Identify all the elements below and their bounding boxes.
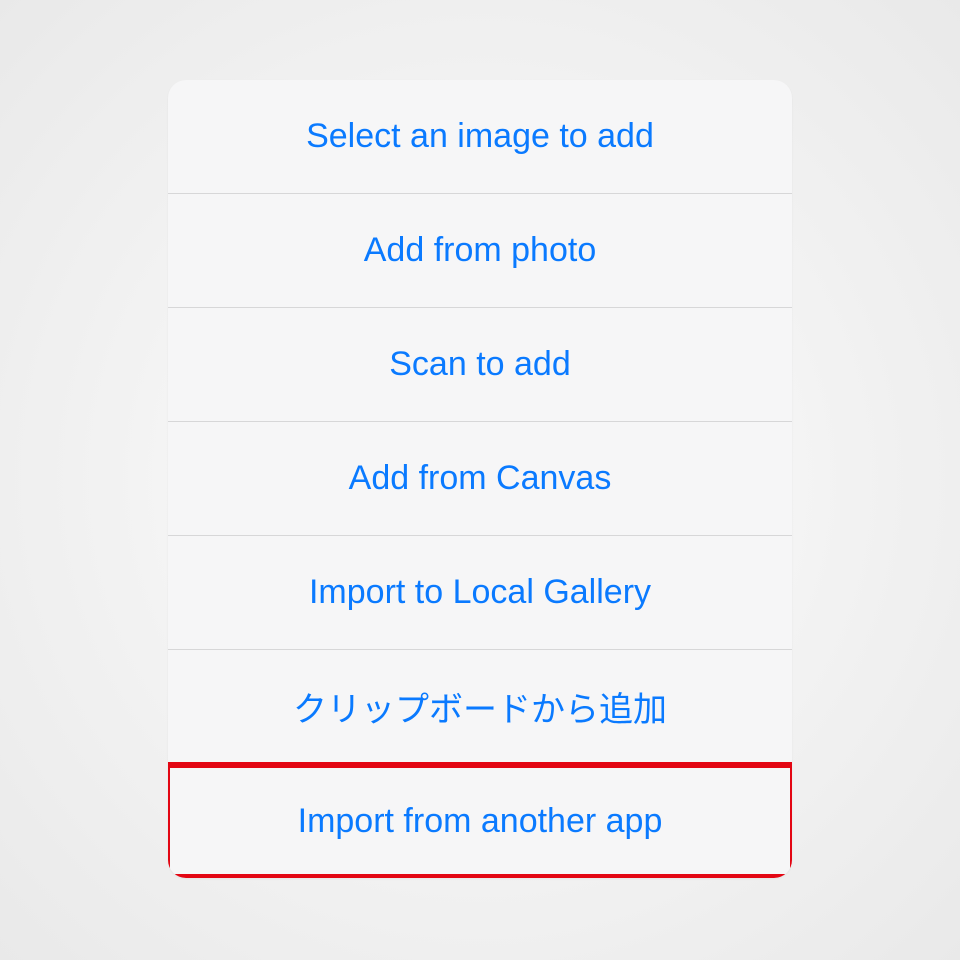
- action-sheet: Select an image to add Add from photo Sc…: [168, 80, 792, 878]
- action-item-label: Scan to add: [389, 345, 570, 384]
- add-from-photo-button[interactable]: Add from photo: [168, 194, 792, 308]
- action-item-label: Select an image to add: [306, 117, 654, 156]
- add-from-clipboard-button[interactable]: クリップボードから追加: [168, 650, 792, 764]
- action-item-label: Add from photo: [364, 231, 596, 270]
- add-from-canvas-button[interactable]: Add from Canvas: [168, 422, 792, 536]
- action-item-label: Add from Canvas: [349, 459, 612, 498]
- action-item-label: Import from another app: [298, 802, 663, 841]
- select-image-button[interactable]: Select an image to add: [168, 80, 792, 194]
- import-local-gallery-button[interactable]: Import to Local Gallery: [168, 536, 792, 650]
- scan-to-add-button[interactable]: Scan to add: [168, 308, 792, 422]
- action-item-label: Import to Local Gallery: [309, 573, 651, 612]
- action-item-label: クリップボードから追加: [293, 682, 667, 731]
- import-from-another-app-button[interactable]: Import from another app: [168, 764, 792, 878]
